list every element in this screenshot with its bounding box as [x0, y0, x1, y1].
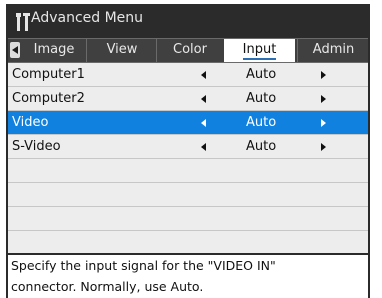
left-arrow-icon[interactable]: [201, 71, 206, 79]
menu-title: Advanced Menu: [31, 10, 144, 26]
row-label: Computer1: [12, 67, 85, 82]
help-text-box: Specify the input signal for the "VIDEO …: [8, 255, 368, 298]
help-line-2: connector. Normally, use Auto.: [11, 279, 204, 294]
row-label: Video: [12, 115, 49, 130]
row-label: Computer2: [12, 91, 85, 106]
row-computer2[interactable]: Computer2 Auto: [8, 87, 368, 111]
right-arrow-icon[interactable]: [321, 71, 326, 79]
tools-icon: [16, 13, 30, 31]
row-video[interactable]: Video Auto: [8, 111, 368, 135]
empty-row: [8, 183, 368, 207]
empty-row: [8, 207, 368, 231]
row-s-video[interactable]: S-Video Auto: [8, 135, 368, 159]
row-label: S-Video: [12, 139, 61, 154]
row-value: Auto: [246, 115, 277, 130]
left-arrow-icon[interactable]: [201, 95, 206, 103]
empty-row: [8, 231, 368, 254]
row-value: Auto: [246, 67, 277, 82]
advanced-menu-window: Advanced Menu Image View Color Input Adm…: [6, 4, 370, 298]
right-arrow-icon[interactable]: [321, 143, 326, 151]
left-arrow-icon[interactable]: [201, 143, 206, 151]
tab-bar: Image View Color Input Admin: [8, 38, 368, 63]
row-value: Auto: [246, 139, 277, 154]
help-line-1: Specify the input signal for the "VIDEO …: [11, 258, 276, 273]
row-value: Auto: [246, 91, 277, 106]
title-bar: Advanced Menu: [6, 4, 370, 38]
tab-admin[interactable]: Admin: [297, 39, 369, 62]
right-arrow-icon[interactable]: [321, 95, 326, 103]
tab-image[interactable]: Image: [22, 39, 86, 62]
right-arrow-icon[interactable]: [321, 119, 326, 127]
empty-row: [8, 159, 368, 183]
tab-input[interactable]: Input: [224, 39, 295, 62]
row-computer1[interactable]: Computer1 Auto: [8, 63, 368, 87]
tab-scroll-left-icon[interactable]: [10, 42, 20, 58]
input-settings-list: Computer1 Auto Computer2 Auto Video Auto…: [8, 63, 368, 253]
tab-view[interactable]: View: [86, 39, 157, 62]
tab-color[interactable]: Color: [156, 39, 223, 62]
left-arrow-icon[interactable]: [201, 119, 206, 127]
